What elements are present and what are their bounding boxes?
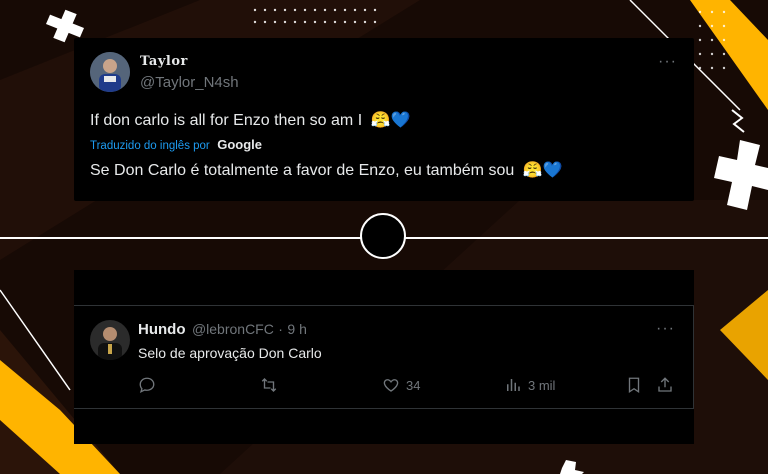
center-circle — [360, 213, 406, 259]
display-name[interactable]: Taylor — [140, 54, 188, 69]
handle[interactable]: @lebronCFC — [192, 321, 274, 337]
share-button[interactable] — [656, 376, 674, 394]
like-button[interactable]: 34 — [382, 376, 420, 394]
retweet-icon — [261, 378, 277, 392]
display-name[interactable]: Hundo — [138, 321, 185, 338]
more-options-icon[interactable]: ··· — [656, 320, 675, 338]
bookmark-icon — [628, 377, 640, 394]
avatar[interactable] — [90, 52, 130, 92]
reply-tweet[interactable]: Hundo @lebronCFC · 9 h ··· Selo de aprov… — [74, 305, 694, 409]
separator: · — [278, 321, 283, 337]
avatar[interactable] — [90, 320, 130, 360]
views-button[interactable]: 3 mil — [504, 376, 555, 394]
translated-text: Se Don Carlo é totalmente a favor de Enz… — [90, 160, 563, 180]
reply-icon — [139, 377, 155, 394]
tweet-card-original[interactable]: Taylor @Taylor_N4sh ··· If don carlo is … — [74, 38, 694, 201]
translation-attribution[interactable]: Traduzido do inglês por Google — [90, 136, 262, 154]
heart-icon — [383, 379, 399, 392]
handle[interactable]: @Taylor_N4sh — [140, 74, 239, 91]
retweet-button[interactable] — [260, 376, 284, 394]
emoji-group: 😤💙 — [370, 112, 411, 129]
reply-text: Selo de aprovação Don Carlo — [138, 345, 322, 361]
more-options-icon[interactable]: ··· — [658, 53, 677, 71]
share-icon — [658, 377, 672, 392]
tweet-text: If don carlo is all for Enzo then so am … — [90, 110, 410, 130]
bookmark-button[interactable] — [626, 376, 642, 394]
reply-button[interactable] — [138, 376, 162, 394]
avatar-image — [90, 320, 130, 360]
timestamp[interactable]: 9 h — [287, 321, 306, 337]
translated-label: Traduzido do inglês por — [90, 140, 210, 152]
avatar-image — [90, 52, 130, 92]
like-count: 34 — [406, 377, 421, 393]
translation-emoji-group: 😤💙 — [522, 162, 563, 179]
views-count: 3 mil — [528, 377, 556, 393]
views-icon — [507, 379, 520, 391]
google-logo: Google — [217, 137, 262, 152]
translation-body: Se Don Carlo é totalmente a favor de Enz… — [90, 162, 515, 179]
tweet-body: If don carlo is all for Enzo then so am … — [90, 112, 363, 129]
reply-header: Hundo @lebronCFC · 9 h — [138, 321, 307, 339]
